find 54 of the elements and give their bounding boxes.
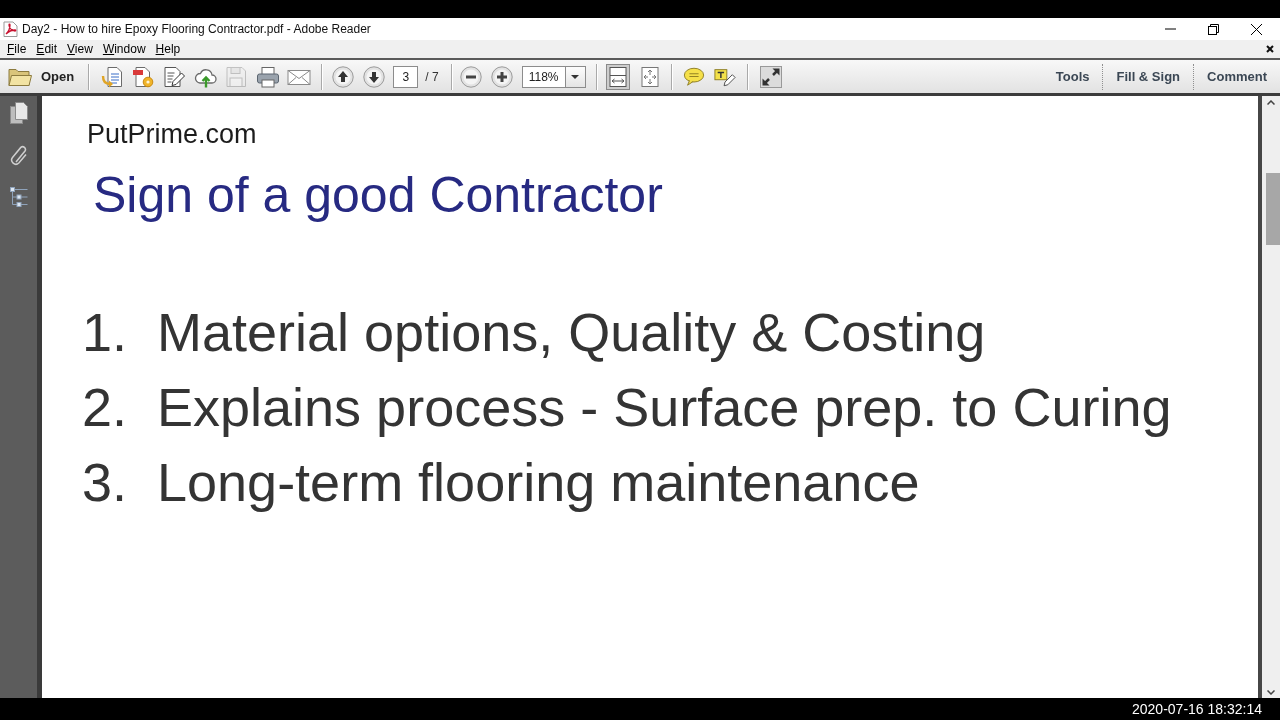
window-title: Day2 - How to hire Epoxy Flooring Contractor.pdf - Adobe Reader	[22, 22, 371, 36]
folder-icon	[8, 66, 32, 87]
recording-timestamp: 2020-07-16 18:32:14	[1132, 701, 1262, 717]
list-item-text: Material options, Quality & Costing	[157, 301, 986, 364]
restore-icon	[1208, 23, 1219, 35]
task-pane-button[interactable]: Tools	[1042, 62, 1103, 91]
chevron-up-icon	[1267, 100, 1275, 105]
zoom-dropdown-button[interactable]	[565, 65, 586, 88]
printer-icon	[256, 65, 281, 88]
menu-item[interactable]: View	[62, 40, 98, 58]
close-document-button[interactable]	[1266, 45, 1274, 53]
list-number: 1.	[82, 301, 129, 364]
menu-item[interactable]: Window	[97, 40, 151, 58]
document-pencil-icon	[163, 65, 188, 88]
caret-icon	[571, 74, 580, 79]
scrollbar[interactable]	[1262, 96, 1280, 698]
plus-icon	[490, 65, 513, 88]
open-button[interactable]: Open	[8, 62, 75, 91]
task-pane-button[interactable]: Fill & Sign	[1103, 62, 1194, 91]
speech-bubble-icon	[682, 66, 705, 87]
minimize-icon	[1165, 28, 1176, 30]
page-arrows-icon	[638, 65, 661, 88]
pdf-file-icon	[3, 21, 18, 37]
menu-item[interactable]: File	[2, 40, 32, 58]
zoom-out-button[interactable]	[458, 63, 483, 90]
task-pane-button[interactable]: Comment	[1194, 62, 1280, 91]
chevron-down-icon	[1267, 690, 1275, 695]
expand-icon	[759, 65, 782, 88]
page-fit-icon	[606, 65, 629, 88]
close-icon	[1266, 45, 1274, 53]
menu-item[interactable]: Edit	[31, 40, 63, 58]
zoom-in-button[interactable]	[489, 63, 514, 90]
previous-page-button[interactable]	[330, 63, 357, 90]
close-icon	[1251, 23, 1262, 35]
zoom-field[interactable]: 118%	[521, 65, 566, 88]
list-number: 2.	[82, 376, 129, 439]
page-total: / 7	[425, 69, 439, 84]
pages-icon	[9, 102, 28, 124]
minus-icon	[459, 65, 482, 88]
slide-heading: Sign of a good Contractor	[93, 166, 664, 225]
scroll-down-button[interactable]	[1267, 690, 1275, 695]
scrollbar-thumb[interactable]	[1266, 173, 1280, 245]
site-name: PutPrime.com	[87, 119, 258, 149]
paperclip-icon	[9, 144, 28, 166]
page-number-field[interactable]: 3	[393, 65, 419, 88]
menu-item[interactable]: Help	[150, 40, 186, 58]
fit-page-button[interactable]	[605, 63, 630, 90]
list-item-text: Explains process - Surface prep. to Curing	[157, 376, 1172, 439]
bookmark-tree-icon	[9, 187, 28, 207]
scroll-up-button[interactable]	[1267, 100, 1275, 105]
next-page-button[interactable]	[361, 63, 388, 90]
list-number: 3.	[82, 451, 129, 514]
fullscreen-button[interactable]	[758, 63, 783, 90]
list-item-text: Long-term flooring maintenance	[157, 451, 920, 514]
